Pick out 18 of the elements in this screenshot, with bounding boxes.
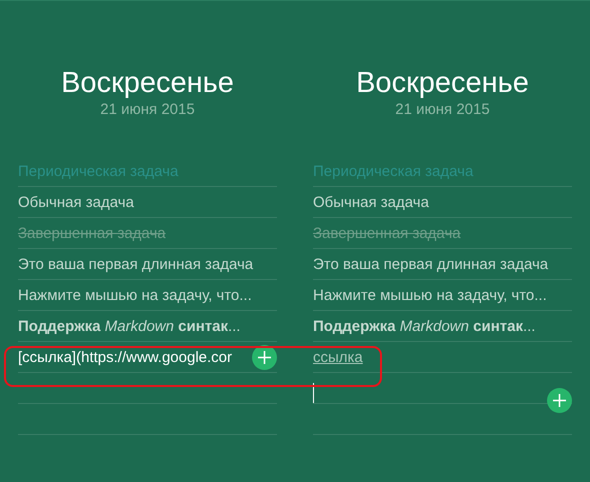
add-button[interactable] [547,388,572,413]
plus-icon [258,350,271,364]
task-text[interactable]: Это ваша первая длинная задача [18,256,254,272]
task-input[interactable]: [ссылка](https://www.google.cor [18,348,248,366]
task-text[interactable]: Поддержка Markdown синтак... [18,318,240,334]
task-text[interactable]: Обычная задача [313,194,429,210]
plus-icon [553,394,566,407]
task-link[interactable]: ссылка [313,348,363,366]
task-text[interactable]: Нажмите мышью на задачу, что... [313,286,547,304]
date-label: 21 июня 2015 [99,101,196,119]
task-text[interactable]: Обычная задача [18,194,134,210]
day-title: Воскресенье [355,66,530,101]
add-button[interactable] [252,344,277,370]
task-text[interactable]: Поддержка Markdown синтак... [313,318,536,334]
date-label: 21 июня 2015 [394,101,491,119]
day-title: Воскресенье [60,66,235,101]
task-text[interactable]: Это ваша первая длинная задача [313,256,548,272]
task-text[interactable]: Нажмите мышью на задачу, что... [18,286,252,304]
